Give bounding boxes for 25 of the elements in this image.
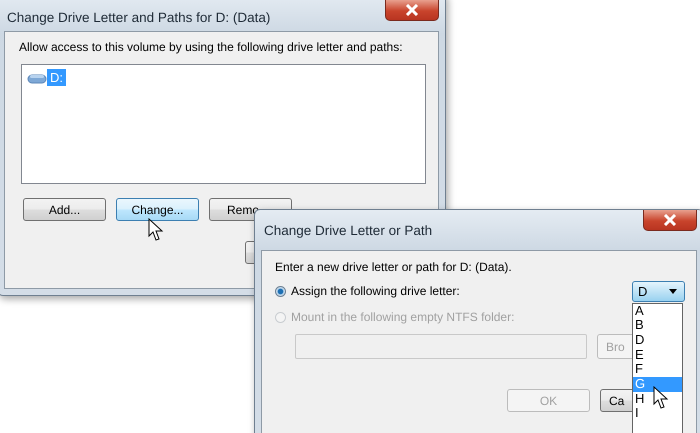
dialog-button[interactable]: Change... [116,198,199,221]
close-button[interactable] [385,0,439,21]
drive-letter-dropdown[interactable]: D [632,280,685,302]
caret-icon [669,288,677,294]
radio-button[interactable] [275,286,286,296]
prompt-text: Allow access to this volume by using the following drive letter and paths: [19,40,404,54]
option-label: Assign the following drive letter: [291,284,460,298]
close-icon [405,4,419,16]
close-button[interactable] [643,210,697,231]
dropdown-option[interactable]: F [633,362,682,377]
dialog-button[interactable]: Add... [23,198,106,221]
window-title: Change Drive Letter or Path [264,222,432,238]
mouse-cursor-icon [653,386,669,410]
option-label: Mount in the following empty NTFS folder: [291,310,514,324]
prompt-text: Enter a new drive letter or path for D: (Data). [275,260,513,274]
dropdown-option[interactable]: A [633,304,682,318]
mouse-cursor-icon [148,218,164,242]
dropdown-option[interactable]: H [633,392,682,406]
dropdown-option[interactable]: B [633,318,682,333]
close-icon [663,214,677,226]
dropdown-option[interactable]: E [633,348,682,362]
window-title: Change Drive Letter and Paths for D: (Data) [7,10,270,24]
drive-icon [27,72,47,84]
dropdown-option[interactable]: I [633,406,682,421]
dropdown-option[interactable]: D [633,332,682,348]
